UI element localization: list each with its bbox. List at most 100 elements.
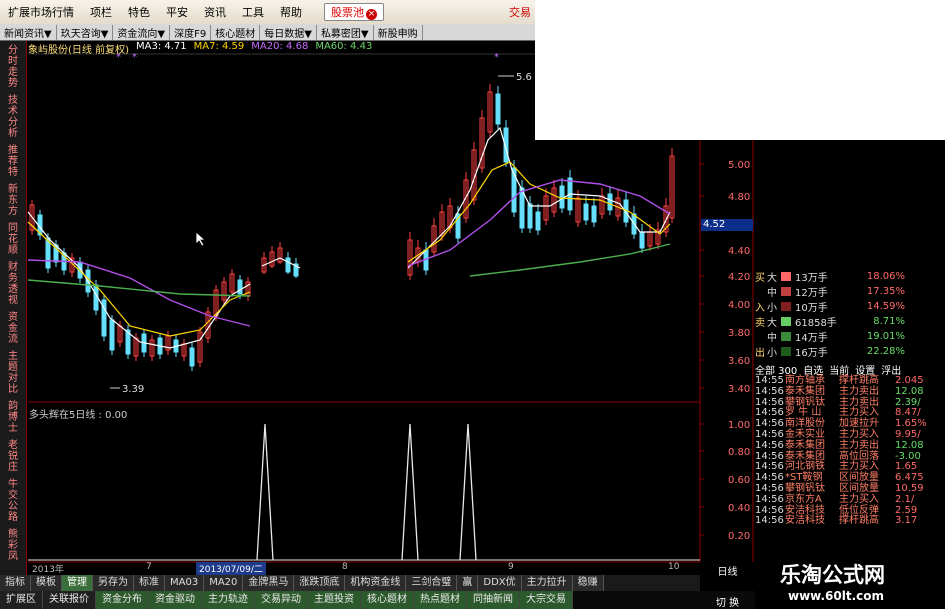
menu-pingan[interactable]: 平安: [166, 4, 188, 20]
ob-amount: 13万手: [795, 273, 828, 284]
high-label: 5.6: [516, 72, 532, 83]
candle-body: [639, 231, 645, 249]
menu-tools[interactable]: 工具: [242, 4, 264, 20]
tick-row[interactable]: 14:56 泰禾集团 主力卖出 12.08: [755, 440, 945, 452]
nav-financial[interactable]: 财务透视: [7, 262, 19, 306]
tab-ddx[interactable]: DDX优: [478, 575, 522, 591]
ob-row: 入小 10万手 14.59%: [755, 299, 945, 314]
nav-dr[interactable]: 韵博士: [7, 401, 19, 434]
menu-features[interactable]: 特色: [128, 4, 150, 20]
bnav-extension[interactable]: 扩展区: [0, 591, 43, 609]
bnav-core-theme[interactable]: 核心题材: [361, 591, 414, 609]
toolbar-news[interactable]: 新闻资讯▼: [0, 24, 57, 40]
tick-row[interactable]: 14:56 安洁科技 撑杆跳高 3.17: [755, 516, 945, 527]
switch-button[interactable]: 切 换: [700, 594, 755, 609]
candle-body: [559, 185, 565, 209]
tick-value: 2.1/: [895, 493, 915, 505]
menu-help[interactable]: 帮助: [280, 4, 302, 20]
tick-action: 主力卖出: [839, 385, 879, 397]
watermark-url: www.60lt.com: [788, 589, 885, 603]
tab-win[interactable]: 赢: [457, 575, 479, 591]
date-axis: 2013年 7 2013/07/09/二 8 9 10: [28, 562, 700, 575]
toolbar-private-fund[interactable]: 私募密团▼: [317, 24, 374, 40]
tab-manage[interactable]: 管理: [62, 575, 93, 591]
candle-body: [495, 93, 501, 125]
bnav-block-trade[interactable]: 大宗交易: [520, 591, 573, 609]
watermark: 乐淘公式网 www.60lt.com: [760, 555, 945, 609]
bnav-trade-abn[interactable]: 交易异动: [255, 591, 308, 609]
nav-fund-flow[interactable]: 资金流: [7, 312, 19, 345]
bnav-fund-dist[interactable]: 资金分布: [96, 591, 149, 609]
stock-pool-button[interactable]: 股票池 ×: [324, 3, 384, 21]
nav-theme-compare[interactable]: 主题对比: [7, 351, 19, 395]
menu-extended-market[interactable]: 扩展市场行情: [8, 4, 74, 20]
subtab-watchlist[interactable]: 自选: [803, 362, 823, 377]
bnav-related[interactable]: 关联报价: [43, 591, 96, 609]
toolbar-ipo[interactable]: 新股申购: [374, 24, 423, 40]
watermark-title: 乐淘公式网: [780, 562, 885, 587]
candle-body: [583, 203, 589, 221]
subtab-settings[interactable]: 设置: [855, 362, 875, 377]
toolbar-daily-data[interactable]: 每日数据▼: [260, 24, 317, 40]
indicator-label: 多头辉在5日线 : 0.00: [29, 410, 128, 421]
tick-row[interactable]: 14:56 京东方A 主力买入 2.1/: [755, 493, 945, 506]
toolbar-core-theme[interactable]: 核心题材: [211, 24, 261, 40]
candle-body: [189, 347, 195, 367]
candle-body: [109, 319, 115, 351]
stock-pool-label: 股票池: [331, 6, 364, 19]
ma60-line: [469, 243, 671, 277]
nav-intraday[interactable]: 分时走势: [7, 45, 19, 89]
tab-indicator[interactable]: 指标: [0, 575, 31, 591]
close-icon[interactable]: ×: [366, 9, 377, 20]
candle-body: [607, 193, 613, 211]
menu-trade[interactable]: 交易: [509, 4, 531, 20]
ma7-value: MA7: 4.59: [193, 41, 245, 52]
subtab-all[interactable]: 全部 300: [755, 362, 797, 377]
subtab-current[interactable]: 当前: [829, 362, 849, 377]
bnav-hot-theme[interactable]: 热点题材: [414, 591, 467, 609]
menu-item-bar[interactable]: 项栏: [90, 4, 112, 20]
ma20-value: MA20: 4.68: [251, 41, 309, 52]
secondary-toolbar: 新闻资讯▼ 玖天咨询▼ 资金流向▼ 深度F9 核心题材 每日数据▼ 私募密团▼ …: [0, 24, 535, 41]
period-label[interactable]: 日线: [700, 563, 755, 578]
tab-template[interactable]: 模板: [31, 575, 62, 591]
ob-amount: 14万手: [795, 333, 828, 344]
ob-level: 大: [767, 318, 777, 329]
menu-news[interactable]: 资讯: [204, 4, 226, 20]
tick-stock-name: 泰禾集团: [785, 385, 825, 397]
bnav-news[interactable]: 同抽新闻: [467, 591, 520, 609]
nav-recommend[interactable]: 推荐特: [7, 145, 19, 178]
tab-save-as[interactable]: 另存为: [93, 575, 134, 591]
subtab-float[interactable]: 浮出: [881, 362, 901, 377]
ob-side: 出: [755, 348, 765, 359]
nav-new-orient[interactable]: 新东方: [7, 184, 19, 217]
candle-body: [591, 205, 597, 223]
tab-ma03[interactable]: MA03: [165, 575, 205, 591]
ob-amount: 61858手: [795, 318, 837, 329]
nav-technical[interactable]: 技术分析: [7, 95, 19, 139]
tab-three-swords[interactable]: 三剑合璧: [406, 575, 458, 591]
toolbar-depth-f9[interactable]: 深度F9: [170, 24, 212, 40]
nav-old-zhuang[interactable]: 老锐庄: [7, 440, 19, 473]
bnav-theme-inv[interactable]: 主题投资: [308, 591, 361, 609]
bnav-fund-drive[interactable]: 资金驱动: [149, 591, 202, 609]
tab-ma20[interactable]: MA20: [204, 575, 244, 591]
candle-body: [285, 257, 291, 273]
tab-standard[interactable]: 标准: [134, 575, 165, 591]
nav-ths[interactable]: 同花顺: [7, 223, 19, 256]
nav-xiongcai[interactable]: 熊彩凤: [7, 529, 19, 562]
tab-inst-fund[interactable]: 机构资金线: [345, 575, 407, 591]
indicator-spike: [459, 423, 477, 561]
toolbar-jiutian[interactable]: 玖天咨询▼: [57, 24, 114, 40]
ob-pct: 22.28%: [866, 346, 905, 357]
tab-top-bottom[interactable]: 涨跌顶底: [294, 575, 346, 591]
bnav-main-track[interactable]: 主力轨迹: [202, 591, 255, 609]
toolbar-fund-flow[interactable]: 资金流向▼: [113, 24, 171, 40]
blank-region: [535, 0, 945, 140]
tab-steady[interactable]: 稳赚: [572, 575, 604, 591]
tab-main-pull[interactable]: 主力拉升: [521, 575, 573, 591]
tick-row[interactable]: 14:56 泰禾集团 主力卖出 12.08: [755, 385, 945, 398]
ob-row: 中 14万手 19.01%: [755, 329, 945, 344]
tab-gold-horse[interactable]: 金牌黑马: [243, 575, 295, 591]
nav-niujiao[interactable]: 牛交公路: [7, 479, 19, 523]
